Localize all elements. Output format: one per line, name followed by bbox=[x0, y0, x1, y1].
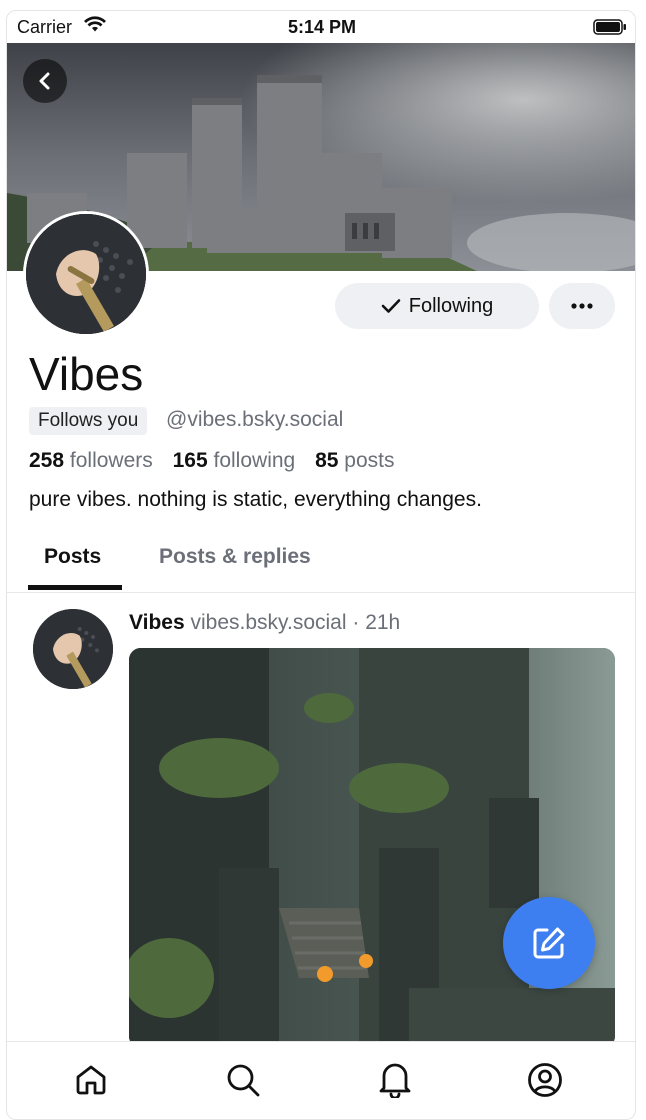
nav-search[interactable] bbox=[223, 1060, 263, 1100]
chevron-left-icon bbox=[39, 72, 50, 90]
profile-avatar[interactable] bbox=[23, 211, 149, 337]
posts-count: 85 bbox=[315, 449, 339, 472]
following-stat[interactable]: 165 following bbox=[173, 449, 296, 472]
active-tab-indicator bbox=[28, 585, 122, 590]
nav-notifications[interactable] bbox=[375, 1060, 415, 1100]
clock: 5:14 PM bbox=[287, 17, 357, 37]
bottom-navigation bbox=[7, 1041, 635, 1119]
post-header: Vibes vibes.bsky.social · 21h bbox=[129, 611, 400, 635]
posts-stat: 85 posts bbox=[315, 449, 394, 472]
tab-posts[interactable]: Posts bbox=[44, 545, 101, 569]
nav-home[interactable] bbox=[71, 1060, 111, 1100]
home-icon bbox=[76, 1065, 106, 1095]
status-bar: Carrier 5:14 PM bbox=[7, 11, 635, 43]
posts-label: posts bbox=[344, 449, 395, 472]
avatar bbox=[26, 214, 146, 334]
followers-count: 258 bbox=[29, 449, 65, 472]
compose-icon bbox=[533, 927, 565, 959]
profile-tabs: Posts Posts & replies bbox=[7, 537, 635, 593]
following-count: 165 bbox=[172, 449, 208, 472]
following-label: following bbox=[213, 449, 296, 472]
post-author-name[interactable]: Vibes bbox=[129, 611, 185, 634]
notifications-icon bbox=[379, 1063, 411, 1098]
post-separator: · bbox=[352, 611, 360, 634]
display-name: Vibes bbox=[29, 348, 144, 400]
followers-stat[interactable]: 258 followers bbox=[29, 449, 153, 472]
tab-posts-and-replies[interactable]: Posts & replies bbox=[159, 545, 311, 569]
post-author-handle[interactable]: vibes.bsky.social bbox=[191, 611, 347, 634]
profile-handle: @vibes.bsky.social bbox=[166, 408, 344, 431]
post-time: 21h bbox=[365, 611, 401, 634]
nav-profile[interactable] bbox=[525, 1060, 565, 1100]
back-button[interactable] bbox=[23, 59, 67, 103]
check-icon bbox=[381, 299, 401, 313]
search-icon bbox=[227, 1064, 260, 1097]
battery-icon bbox=[593, 19, 627, 40]
armored-fist-avatar-image bbox=[26, 214, 146, 334]
post-author-avatar[interactable] bbox=[33, 609, 113, 689]
following-button[interactable]: Following bbox=[335, 283, 539, 329]
more-options-button[interactable] bbox=[549, 283, 615, 329]
following-button-label: Following bbox=[408, 294, 494, 317]
followers-label: followers bbox=[69, 449, 153, 472]
follows-you-badge: Follows you bbox=[29, 407, 148, 435]
profile-bio: pure vibes. nothing is static, everythin… bbox=[29, 488, 482, 511]
ellipsis-icon bbox=[571, 303, 593, 309]
profile-icon bbox=[528, 1063, 562, 1097]
profile-stats: 258 followers 165 following 85 posts bbox=[29, 449, 394, 473]
app-frame: Carrier 5:14 PM Following Vibes Follows … bbox=[6, 10, 636, 1120]
armored-fist-avatar-image bbox=[33, 609, 113, 689]
compose-button[interactable] bbox=[503, 897, 595, 989]
